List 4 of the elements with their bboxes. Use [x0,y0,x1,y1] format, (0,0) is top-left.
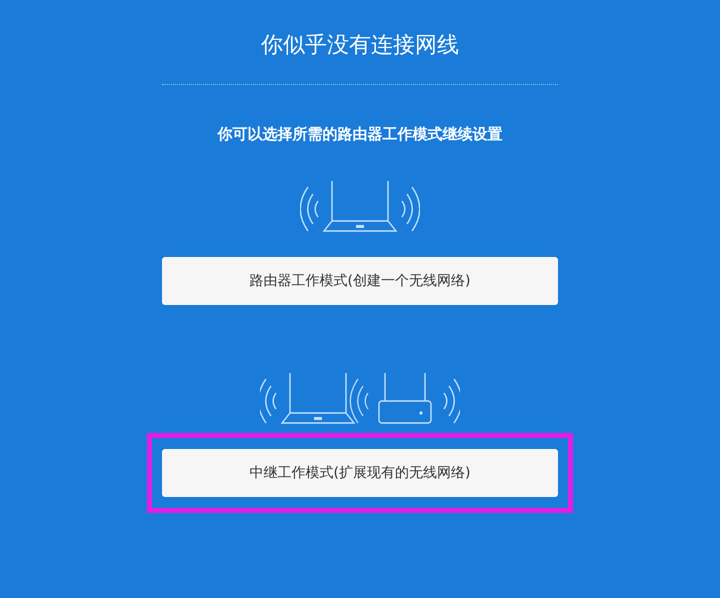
page-title: 你似乎没有连接网线 [261,32,459,60]
mode-button[interactable]: 路由器工作模式(创建一个无线网络) [162,257,558,305]
mode-button[interactable]: 中继工作模式(扩展现有的无线网络) [162,449,558,497]
instruction-text: 你可以选择所需的路由器工作模式继续设置 [218,124,502,145]
